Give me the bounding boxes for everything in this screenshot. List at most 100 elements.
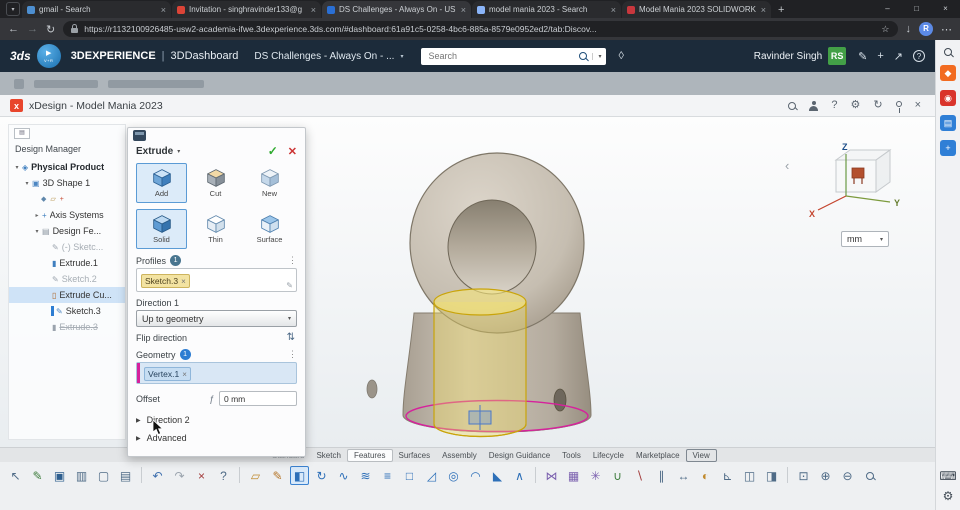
add-content-icon[interactable]: + [877,50,883,62]
origin-icon[interactable]: ◆ [41,195,46,203]
mode-option-add[interactable]: Add [136,163,187,203]
ribbon-tab-marketplace[interactable]: Marketplace [630,450,686,461]
app-settings-icon[interactable]: ⚙ [850,100,860,111]
tree-expand-icon[interactable]: ▾ [13,164,21,171]
browser-tab-model-mania-2023-search[interactable]: model mania 2023 - Search × [472,1,621,18]
display-style-icon[interactable]: ◨ [762,466,781,485]
tree-item-quick-icons[interactable]: ◆ ▱ + [9,191,125,207]
ribbon-tab-design-guidance[interactable]: Design Guidance [483,450,556,461]
extrude-icon[interactable]: ◧ [290,466,309,485]
sweep-icon[interactable]: ∿ [334,466,353,485]
type-option-surface[interactable]: Surface [244,209,295,249]
tree-item-extrude-1[interactable]: ▮ Extrude.1 [9,255,125,271]
ribbon-tab-assembly[interactable]: Assembly [436,450,483,461]
selection-chip-sketch-3[interactable]: Sketch.3 × [141,274,190,288]
chamfer-icon[interactable]: ◣ [488,466,507,485]
hole-icon[interactable]: ◎ [444,466,463,485]
dashboard-title[interactable]: DS Challenges - Always On - ... [254,51,394,62]
reference-plane-icon[interactable]: ▱ [246,466,265,485]
units-dropdown[interactable]: mm ▾ [841,231,889,247]
copy-icon[interactable]: ▢ [94,466,113,485]
new-tab-button[interactable]: + [778,4,784,16]
search-icon[interactable] [579,52,588,60]
app-drive-icon[interactable]: ▤ [940,115,956,131]
browser-profile-avatar[interactable]: R [919,22,933,36]
split-icon[interactable]: ∥ [652,466,671,485]
tree-item-design-fe[interactable]: ▾ ▤ Design Fe... [9,223,125,239]
section-view-icon[interactable]: ◫ [740,466,759,485]
app-communities-icon[interactable]: ◉ [940,90,956,106]
chevron-down-icon[interactable]: ▾ [400,53,403,60]
selection-filter-icon[interactable]: ↖ [6,466,25,485]
help-icon[interactable]: ? [214,466,233,485]
tree-expand-icon[interactable]: ▾ [33,228,41,235]
y-axis-label[interactable]: Y [894,198,900,208]
tab-close-icon[interactable]: × [761,5,766,15]
selection-chip-vertex-1[interactable]: Vertex.1 × [144,367,191,381]
undo-icon[interactable]: ↶ [148,466,167,485]
app-swym-icon[interactable]: ◆ [940,65,956,81]
zoom-fit-icon[interactable]: ⊡ [794,466,813,485]
geometry-menu-icon[interactable]: ⋮ [288,349,297,360]
new-sketch-icon[interactable]: ✎ [268,466,287,485]
type-option-solid[interactable]: Solid [136,209,187,249]
app-search-icon[interactable] [788,101,797,110]
forward-icon[interactable]: → [27,23,38,35]
preferences-icon[interactable]: ⚙ [943,490,954,502]
platform-search[interactable]: ▾ [421,47,607,65]
z-axis-label[interactable]: Z [842,142,848,152]
app-help-icon[interactable]: ? [831,100,837,111]
confirm-button[interactable]: ✓ [268,144,278,158]
rib-icon[interactable]: ∧ [510,466,529,485]
tab-close-icon[interactable]: × [461,5,466,15]
boolean-add-icon[interactable]: ∪ [608,466,627,485]
tree-item-sketch-3[interactable]: ✎ Sketch.3 [9,303,125,319]
ink-annotation-icon[interactable]: ✎ [858,50,867,63]
loft-icon[interactable]: ≋ [356,466,375,485]
chevron-down-icon[interactable]: ▾ [177,148,180,155]
tree-item-sketc[interactable]: ✎ (-) Sketc... [9,239,125,255]
paste-icon[interactable]: ▤ [116,466,135,485]
app-close-icon[interactable]: × [915,100,921,111]
zoom-in-icon[interactable]: ⊕ [816,466,835,485]
app-refresh-icon[interactable]: ↻ [873,100,882,111]
measure-icon[interactable]: ⊾ [718,466,737,485]
direction1-dropdown[interactable]: Up to geometry ▾ [136,310,297,327]
material-icon[interactable]: ◐ [696,466,715,485]
mode-option-new[interactable]: New [244,163,295,203]
search-scope-chevron-icon[interactable]: ▾ [592,52,601,60]
tree-item-axis-systems[interactable]: ▸ + Axis Systems [9,207,125,223]
browser-tab-invitation-singhravinder133-g[interactable]: Invitation - singhravinder133@g × [172,1,321,18]
zoom-out-icon[interactable]: ⊖ [838,466,857,485]
tree-expand-icon[interactable]: ▾ [23,180,31,187]
circular-pattern-icon[interactable]: ✳ [586,466,605,485]
ribbon-tab-view[interactable]: View [685,448,717,462]
platform-search-input[interactable] [426,50,575,62]
tab-close-icon[interactable]: × [311,5,316,15]
orientation-triad[interactable]: Z X Y [806,138,906,222]
platform-search-icon[interactable] [944,48,952,56]
tag-icon[interactable]: ◊ [618,50,623,62]
tree-item-extrude-cu[interactable]: ▯ Extrude Cu... [9,287,125,303]
linear-pattern-icon[interactable]: ▦ [564,466,583,485]
share-icon[interactable]: ↗ [894,50,903,63]
ribbon-tab-lifecycle[interactable]: Lifecycle [587,450,630,461]
geometry-selection-box[interactable]: Vertex.1 × [136,362,297,384]
scale-icon[interactable]: ↔ [674,466,693,485]
mirror-icon[interactable]: ⋈ [542,466,561,485]
minimize-button[interactable]: – [873,0,902,18]
chip-remove-icon[interactable]: × [182,370,187,379]
tree-expand-icon[interactable]: ▸ [33,212,41,219]
tab-search-icon[interactable]: ▾ [6,2,20,16]
maximize-button[interactable]: □ [902,0,931,18]
user-name[interactable]: Ravinder Singh [754,51,822,62]
flip-direction-row[interactable]: Flip direction ⇅ [128,329,305,346]
command-search-icon[interactable] [860,466,879,485]
fillet-icon[interactable]: ◠ [466,466,485,485]
browser-menu-icon[interactable]: ⋯ [941,23,952,36]
browser-tab-model-mania-2023-solidwork[interactable]: Model Mania 2023 SOLIDWORK × [622,1,771,18]
offset-input[interactable] [219,391,297,406]
refresh-icon[interactable]: ↻ [46,23,55,36]
sketch-mode-icon[interactable]: ✎ [28,466,47,485]
browser-tab-gmail-search[interactable]: gmail - Search × [22,1,171,18]
